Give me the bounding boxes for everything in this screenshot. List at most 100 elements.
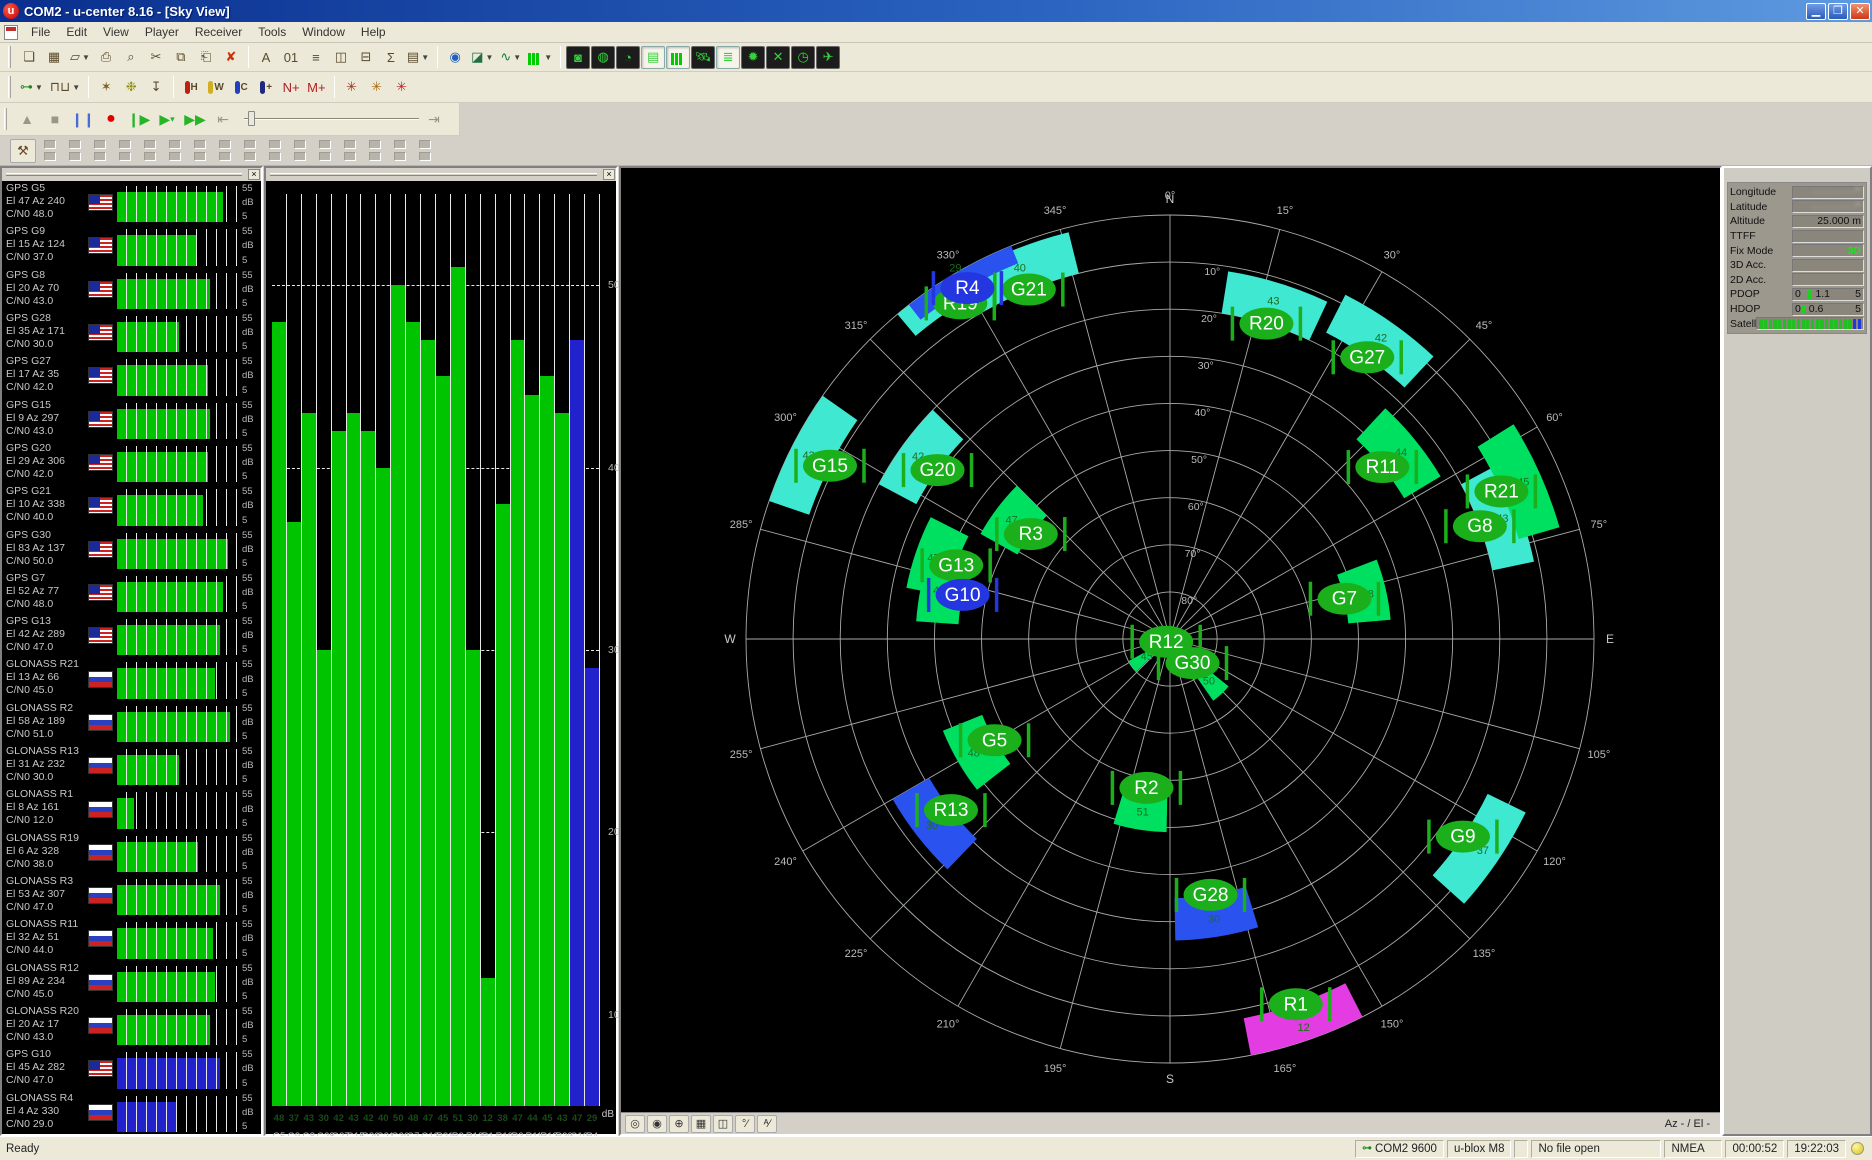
center-icon[interactable]: ⊕: [669, 1115, 689, 1133]
chart-column-R19: 38R19: [496, 194, 511, 1106]
print-preview-icon[interactable]: ⌕: [119, 46, 143, 69]
sky-label-G7: G7: [1332, 589, 1357, 610]
eject-button[interactable]: ▲: [14, 107, 40, 132]
step-button[interactable]: ❙▶: [126, 107, 152, 132]
usa-flag-icon: [88, 237, 113, 254]
satellite-view-icon[interactable]: 🛰: [691, 46, 715, 69]
hotstart-icon[interactable]: H: [179, 76, 203, 99]
orbit-icon[interactable]: ◎: [625, 1115, 645, 1133]
skip-end-button[interactable]: ⇥: [421, 107, 447, 132]
map-view-icon[interactable]: ◪▼: [468, 46, 496, 69]
menu-receiver[interactable]: Receiver: [188, 23, 249, 41]
save-file-icon[interactable]: ▦: [42, 46, 66, 69]
mgps-icon[interactable]: M+: [304, 76, 328, 99]
camera-view-icon[interactable]: ◙: [566, 46, 590, 69]
pause-button[interactable]: ❙❙: [70, 107, 96, 132]
dock-placeholder: [94, 140, 106, 149]
window-title: COM2 - u-center 8.16 - [Sky View]: [24, 4, 1806, 19]
close-panel-icon[interactable]: ×: [248, 169, 260, 180]
table-icon[interactable]: ▤▼: [404, 46, 432, 69]
config-tool-icon[interactable]: ✳: [390, 76, 414, 99]
sky-view-icon[interactable]: ✈: [816, 46, 840, 69]
chart-view-icon[interactable]: ∿▼: [497, 46, 524, 69]
playback-slider[interactable]: [244, 110, 419, 128]
autobauding-wand-icon[interactable]: ✶: [94, 76, 118, 99]
degrees-toggle-icon[interactable]: °∕: [735, 1115, 755, 1133]
deviation-map-icon[interactable]: ✕: [766, 46, 790, 69]
new-file-icon[interactable]: ❏: [17, 46, 41, 69]
split-horizontal-icon[interactable]: ◫: [329, 46, 353, 69]
abort-icon[interactable]: ✘: [219, 46, 243, 69]
status-protocol[interactable]: NMEA: [1664, 1140, 1722, 1158]
chart-bars-view-icon[interactable]: [666, 46, 690, 69]
google-earth-icon[interactable]: ◉: [443, 46, 467, 69]
units-toggle-icon[interactable]: ᴬ∕: [757, 1115, 777, 1133]
open-file-icon[interactable]: ▱▼: [67, 46, 93, 69]
histogram-view-icon[interactable]: ▼: [525, 46, 555, 69]
play-button[interactable]: ▶▾: [154, 107, 180, 132]
bar-scale: 55dB5: [242, 311, 261, 354]
russia-flag-icon: [88, 671, 113, 688]
sky-label-R21: R21: [1484, 481, 1519, 502]
svg-text:N: N: [1166, 192, 1175, 206]
menu-window[interactable]: Window: [295, 23, 352, 41]
satellite-info: GPS G7El 52 Az 77C/N0 48.0: [2, 571, 88, 614]
baudrate-icon[interactable]: ⊓⊔▼: [47, 76, 83, 99]
clock-view-icon[interactable]: ◷: [791, 46, 815, 69]
minimize-button[interactable]: ▁: [1806, 3, 1826, 20]
dock-placeholder: [44, 152, 56, 161]
text-console-view-icon[interactable]: ▤: [641, 46, 665, 69]
sky-cn0-G21: 40: [1014, 262, 1026, 274]
status-com-port[interactable]: ⊶COM2 9600: [1355, 1140, 1444, 1158]
warmstart-icon[interactable]: W: [204, 76, 228, 99]
copy-icon[interactable]: ⧉: [169, 46, 193, 69]
debug-messages-icon[interactable]: ❉: [119, 76, 143, 99]
signal-bar: [117, 662, 240, 698]
reset-receiver-icon[interactable]: +: [254, 76, 278, 99]
messages-view-icon[interactable]: ≣: [716, 46, 740, 69]
close-button[interactable]: ✕: [1850, 3, 1870, 20]
connect-port-icon[interactable]: ⊶▼: [17, 76, 46, 99]
ngps-icon[interactable]: N+: [279, 76, 303, 99]
menu-player[interactable]: Player: [138, 23, 186, 41]
messages-locked-icon[interactable]: ≡: [304, 46, 328, 69]
status-receiver-type[interactable]: u-blox M8: [1447, 1140, 1512, 1158]
slider-handle[interactable]: [248, 111, 255, 126]
record-button[interactable]: ●: [98, 107, 124, 132]
maximize-button[interactable]: ❐: [1828, 3, 1848, 20]
panel-grab-bar[interactable]: ×: [2, 168, 261, 181]
sun-view-icon[interactable]: ✹: [741, 46, 765, 69]
chart-column-R11: 44R11: [525, 194, 540, 1106]
sky-view-panel: 0°15°30°45°60°75°105°120°135°150°165°195…: [619, 166, 1722, 1136]
stop-button[interactable]: ■: [42, 107, 68, 132]
print-icon[interactable]: ⎙: [94, 46, 118, 69]
whirl-icon[interactable]: ◉: [647, 1115, 667, 1133]
menu-tools[interactable]: Tools: [251, 23, 293, 41]
binary-console-locked-icon[interactable]: 01: [279, 46, 303, 69]
flash-tool-icon[interactable]: ✳: [365, 76, 389, 99]
menu-file[interactable]: File: [24, 23, 57, 41]
text-console-locked-icon[interactable]: A: [254, 46, 278, 69]
skip-start-button[interactable]: ⇤: [210, 107, 236, 132]
receiver-download-icon[interactable]: ↧: [144, 76, 168, 99]
document-icon[interactable]: [4, 25, 18, 40]
menu-edit[interactable]: Edit: [59, 23, 94, 41]
split-vertical-icon[interactable]: ⊟: [354, 46, 378, 69]
packet-console-icon[interactable]: ◍: [591, 46, 615, 69]
status-logfile[interactable]: No file open: [1531, 1140, 1661, 1158]
dock-tool-icon[interactable]: ⚒: [10, 139, 36, 163]
satellite-row-R19: GLONASS R19El 6 Az 328C/N0 38.055dB5: [2, 831, 261, 874]
panel-grab-bar[interactable]: ×: [266, 168, 616, 181]
cut-icon[interactable]: ✂: [144, 46, 168, 69]
grid-icon[interactable]: ▦: [691, 1115, 711, 1133]
overlay-icon[interactable]: ◫: [713, 1115, 733, 1133]
firmware-update-icon[interactable]: ✳: [340, 76, 364, 99]
fast-forward-button[interactable]: ▶▶: [182, 107, 208, 132]
menu-help[interactable]: Help: [354, 23, 393, 41]
close-panel-icon[interactable]: ×: [603, 169, 615, 180]
statistic-icon[interactable]: Σ: [379, 46, 403, 69]
coldstart-icon[interactable]: C: [229, 76, 253, 99]
paste-icon[interactable]: ⎗: [194, 46, 218, 69]
binary-console-icon[interactable]: ◔: [616, 46, 640, 69]
menu-view[interactable]: View: [96, 23, 136, 41]
